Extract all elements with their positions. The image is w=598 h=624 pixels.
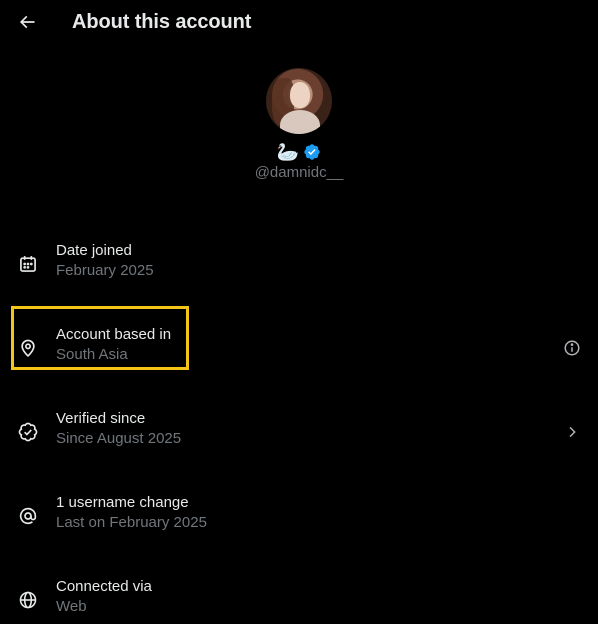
page-title: About this account xyxy=(72,11,252,33)
date-joined-row: Date joined February 2025 xyxy=(0,234,598,294)
verified-badge-icon xyxy=(303,143,321,161)
connected-via-value: Web xyxy=(56,598,87,615)
date-joined-value: February 2025 xyxy=(56,262,154,279)
connected-via-row: Connected via Web xyxy=(0,570,598,624)
at-icon xyxy=(17,505,39,527)
about-account-page: About this account 🦢 @damnidc__ Date joi… xyxy=(0,0,598,624)
avatar[interactable] xyxy=(266,68,332,134)
back-arrow-icon xyxy=(19,15,35,29)
username-change-value: Last on February 2025 xyxy=(56,514,207,531)
account-based-in-row: Account based in South Asia xyxy=(0,318,598,378)
back-button[interactable] xyxy=(14,10,40,34)
location-pin-icon xyxy=(17,337,39,359)
date-joined-label: Date joined xyxy=(56,242,132,259)
display-name-row: 🦢 xyxy=(0,141,598,163)
account-based-in-value: South Asia xyxy=(56,346,128,363)
verified-badge-icon xyxy=(17,421,39,443)
header: About this account xyxy=(0,0,598,46)
username-change-label: 1 username change xyxy=(56,494,189,511)
info-icon[interactable] xyxy=(562,338,582,358)
username-change-row: 1 username change Last on February 2025 xyxy=(0,486,598,546)
calendar-icon xyxy=(17,253,39,275)
display-name: 🦢 xyxy=(276,142,300,162)
connected-via-label: Connected via xyxy=(56,578,152,595)
verified-since-row[interactable]: Verified since Since August 2025 xyxy=(0,402,598,462)
username-handle: @damnidc__ xyxy=(254,164,344,181)
chevron-right-icon xyxy=(562,422,582,442)
verified-since-label: Verified since xyxy=(56,410,146,427)
globe-icon xyxy=(17,589,39,611)
verified-since-value: Since August 2025 xyxy=(56,430,182,447)
account-based-in-label: Account based in xyxy=(56,326,172,343)
